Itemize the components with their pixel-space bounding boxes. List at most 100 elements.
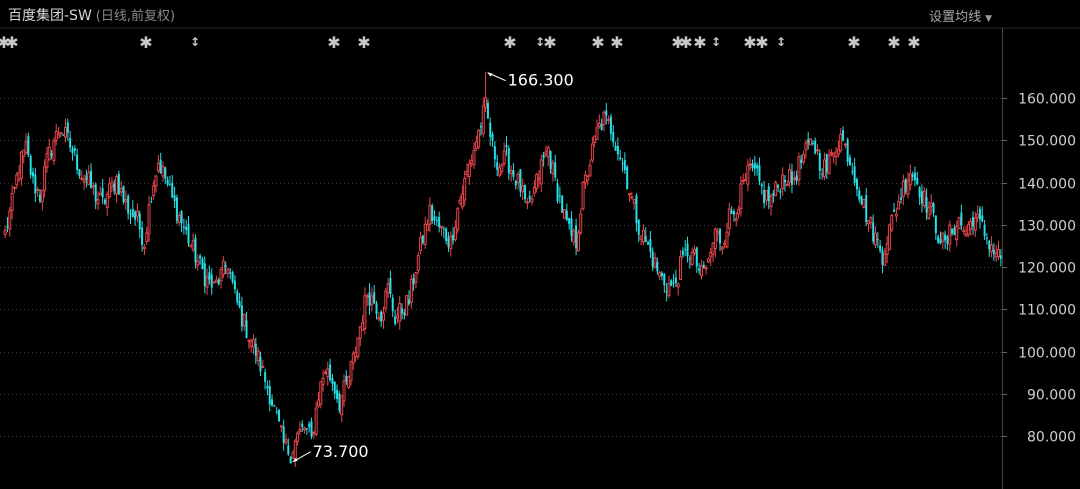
candle[interactable] (261, 359, 265, 369)
candle[interactable] (836, 140, 840, 158)
candle[interactable] (226, 267, 230, 278)
candle[interactable] (428, 197, 432, 233)
candle[interactable] (971, 211, 974, 236)
event-marker-icon[interactable]: ✱ (357, 33, 370, 52)
candle[interactable] (834, 146, 838, 166)
candle[interactable] (458, 195, 462, 206)
candle[interactable] (509, 165, 513, 182)
candle[interactable] (493, 141, 496, 168)
candle[interactable] (788, 163, 792, 188)
candle[interactable] (737, 205, 741, 219)
event-marker-icon[interactable]: ✱ (503, 33, 516, 52)
candle[interactable] (649, 231, 652, 258)
candle[interactable] (273, 404, 276, 407)
candle[interactable] (957, 216, 961, 230)
candle[interactable] (583, 170, 587, 189)
candle[interactable] (686, 236, 689, 263)
event-marker-icon[interactable]: ✱ (887, 33, 900, 52)
candle[interactable] (3, 225, 7, 239)
candle[interactable] (521, 178, 525, 200)
candle[interactable] (94, 182, 97, 210)
candle[interactable] (275, 407, 278, 415)
candle[interactable] (698, 263, 701, 275)
candle[interactable] (54, 124, 58, 146)
candle[interactable] (349, 360, 353, 386)
candle[interactable] (194, 234, 197, 269)
candle[interactable] (47, 138, 51, 162)
candle[interactable] (266, 380, 269, 396)
candle[interactable] (159, 152, 162, 174)
candle[interactable] (723, 239, 727, 249)
candle[interactable] (321, 369, 325, 392)
candle[interactable] (101, 178, 104, 205)
candle[interactable] (199, 253, 202, 265)
candle[interactable] (876, 232, 879, 248)
candle[interactable] (145, 226, 149, 246)
candle[interactable] (792, 170, 796, 186)
candle[interactable] (284, 433, 288, 446)
candle[interactable] (10, 184, 14, 220)
candle[interactable] (351, 350, 355, 370)
candle[interactable] (916, 171, 919, 186)
candle[interactable] (452, 227, 455, 245)
candle[interactable] (489, 117, 492, 146)
candle[interactable] (247, 339, 251, 349)
candle[interactable] (336, 384, 339, 403)
candle[interactable] (901, 174, 905, 206)
event-marker-icon[interactable]: ✱ (907, 33, 920, 52)
event-marker-icon[interactable]: ✱ (591, 33, 604, 52)
candle[interactable] (242, 313, 246, 331)
candle[interactable] (486, 99, 489, 119)
candle[interactable] (386, 278, 390, 299)
candle[interactable] (356, 337, 360, 360)
candle[interactable] (881, 246, 884, 274)
candle[interactable] (64, 118, 68, 143)
candle[interactable] (656, 257, 659, 275)
candle[interactable] (955, 220, 959, 247)
event-marker-icon[interactable]: ✱ (139, 33, 152, 52)
candle[interactable] (512, 163, 515, 181)
candle[interactable] (807, 131, 810, 150)
candle[interactable] (32, 167, 35, 184)
candle[interactable] (412, 273, 415, 292)
candle[interactable] (539, 154, 543, 193)
candle[interactable] (846, 137, 849, 167)
candle[interactable] (282, 419, 285, 451)
candle[interactable] (581, 180, 585, 212)
candle[interactable] (105, 191, 109, 216)
candle[interactable] (394, 309, 397, 326)
candle[interactable] (333, 381, 336, 400)
candle[interactable] (621, 158, 624, 172)
candle[interactable] (456, 207, 460, 234)
candle[interactable] (565, 203, 568, 222)
candle[interactable] (941, 232, 945, 250)
candle[interactable] (985, 233, 988, 245)
candle[interactable] (129, 209, 132, 224)
candle[interactable] (821, 168, 824, 180)
candle[interactable] (182, 218, 185, 235)
candle[interactable] (922, 187, 926, 209)
candle[interactable] (607, 115, 611, 125)
candle[interactable] (753, 155, 756, 176)
candle[interactable] (825, 153, 828, 179)
candle[interactable] (605, 102, 608, 125)
candle[interactable] (674, 269, 677, 287)
candle[interactable] (815, 144, 819, 155)
candle[interactable] (203, 256, 206, 294)
candle[interactable] (855, 177, 858, 197)
candle[interactable] (867, 219, 871, 232)
candle[interactable] (73, 145, 76, 157)
candle[interactable] (842, 126, 845, 142)
candle[interactable] (221, 256, 225, 279)
candle[interactable] (380, 310, 383, 327)
candle[interactable] (579, 208, 583, 236)
candle[interactable] (966, 221, 970, 238)
candle[interactable] (19, 150, 23, 186)
candle[interactable] (537, 170, 541, 188)
candle[interactable] (326, 361, 330, 386)
candle[interactable] (470, 154, 474, 167)
candle[interactable] (890, 214, 894, 233)
candle[interactable] (498, 163, 502, 178)
candle[interactable] (829, 149, 833, 157)
candle[interactable] (384, 288, 388, 313)
